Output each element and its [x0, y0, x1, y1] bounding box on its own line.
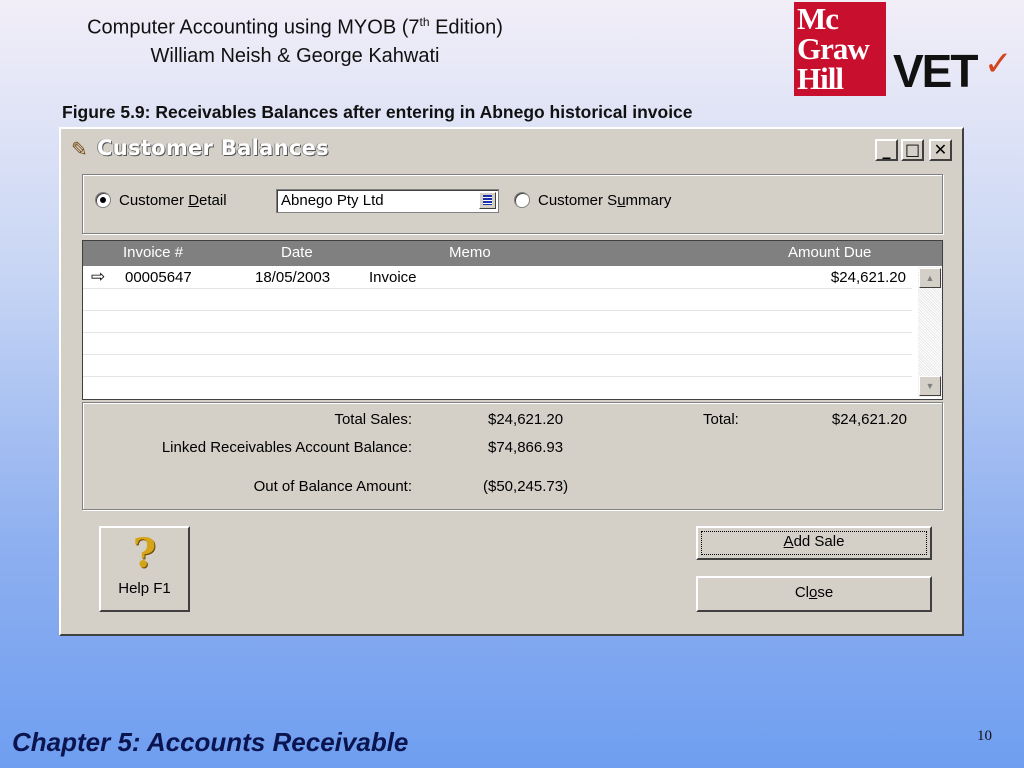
chapter-footer: Chapter 5: Accounts Receivable — [12, 727, 409, 757]
slide-title: Computer Accounting using MYOB (7th Edit… — [0, 8, 590, 70]
cell-memo: Invoice — [369, 269, 417, 286]
scroll-up-icon[interactable]: ▲ — [919, 268, 941, 288]
focus-ring — [701, 531, 927, 555]
total-sales-label: Total Sales: — [334, 411, 412, 428]
total-sales-value: $24,621.20 — [488, 411, 564, 428]
col-date[interactable]: Date — [281, 244, 313, 261]
out-of-balance-value: ($50,245.73) — [483, 478, 569, 495]
close-window-button[interactable]: ✕ — [929, 139, 952, 161]
col-memo[interactable]: Memo — [449, 244, 491, 261]
total-value: $24,621.20 — [831, 411, 907, 428]
cell-date: 18/05/2003 — [255, 269, 331, 286]
customer-summary-label[interactable]: Customer Summary — [538, 192, 671, 209]
help-button-label: Help F1 — [118, 580, 171, 597]
authors: William Neish & George Kahwati — [150, 44, 440, 67]
vertical-scrollbar[interactable]: ▲ ▼ — [918, 267, 942, 397]
add-sale-button[interactable]: Add Sale — [696, 526, 932, 560]
maximize-button[interactable]: □ — [901, 139, 924, 161]
app-icon: ✎ — [71, 139, 88, 161]
col-amount-due[interactable]: Amount Due — [788, 244, 871, 261]
customer-detail-label[interactable]: Customer Detail — [119, 192, 227, 209]
table-row[interactable]: ⇨ 00005647 18/05/2003 Invoice $24,621.20 — [83, 267, 912, 289]
table-row[interactable] — [83, 355, 912, 377]
row-pointer-icon: ⇨ — [91, 267, 106, 286]
cell-amount: $24,621.20 — [830, 269, 906, 286]
window-title: Customer Balances — [97, 136, 329, 160]
figure-caption: Figure 5.9: Receivables Balances after e… — [62, 102, 693, 122]
totals-group: Total Sales: $24,621.20 Total: $24,621.2… — [82, 402, 943, 510]
vet-logo: VET — [893, 45, 978, 97]
close-button[interactable]: Close — [696, 576, 932, 612]
linked-receivables-value: $74,866.93 — [488, 439, 564, 456]
title-bar[interactable]: ✎ Customer Balances _ □ ✕ — [65, 133, 958, 167]
vet-check-icon: ✓ — [984, 44, 1013, 84]
out-of-balance-label: Out of Balance Amount: — [253, 478, 412, 495]
table-row[interactable] — [83, 311, 912, 333]
customer-detail-radio[interactable] — [95, 192, 111, 208]
scroll-down-icon[interactable]: ▼ — [919, 376, 941, 396]
invoice-table: Invoice # Date Memo Amount Due ⇨ 0000564… — [82, 240, 943, 400]
col-invoice[interactable]: Invoice # — [123, 244, 183, 261]
close-label: Close — [794, 584, 834, 601]
question-mark-icon: ? — [132, 530, 157, 577]
mcgraw-hill-logo: Mc Graw Hill — [794, 2, 886, 96]
table-row[interactable] — [83, 333, 912, 355]
table-row[interactable] — [83, 289, 912, 311]
help-button[interactable]: ? Help F1 — [99, 526, 190, 612]
table-header: Invoice # Date Memo Amount Due — [83, 241, 942, 266]
cell-invoice: 00005647 — [125, 269, 192, 286]
customer-balances-window: ✎ Customer Balances _ □ ✕ Customer Detai… — [59, 127, 964, 636]
customer-summary-radio[interactable] — [514, 192, 530, 208]
page-number: 10 — [977, 728, 992, 744]
list-dropdown-icon[interactable] — [479, 192, 496, 209]
total-label: Total: — [703, 411, 739, 428]
minimize-button[interactable]: _ — [875, 139, 898, 161]
linked-receivables-label: Linked Receivables Account Balance: — [161, 439, 412, 456]
customer-select-value: Abnego Pty Ltd — [281, 192, 384, 209]
filter-group: Customer Detail Abnego Pty Ltd Customer … — [82, 174, 943, 234]
customer-select[interactable]: Abnego Pty Ltd — [276, 189, 499, 213]
